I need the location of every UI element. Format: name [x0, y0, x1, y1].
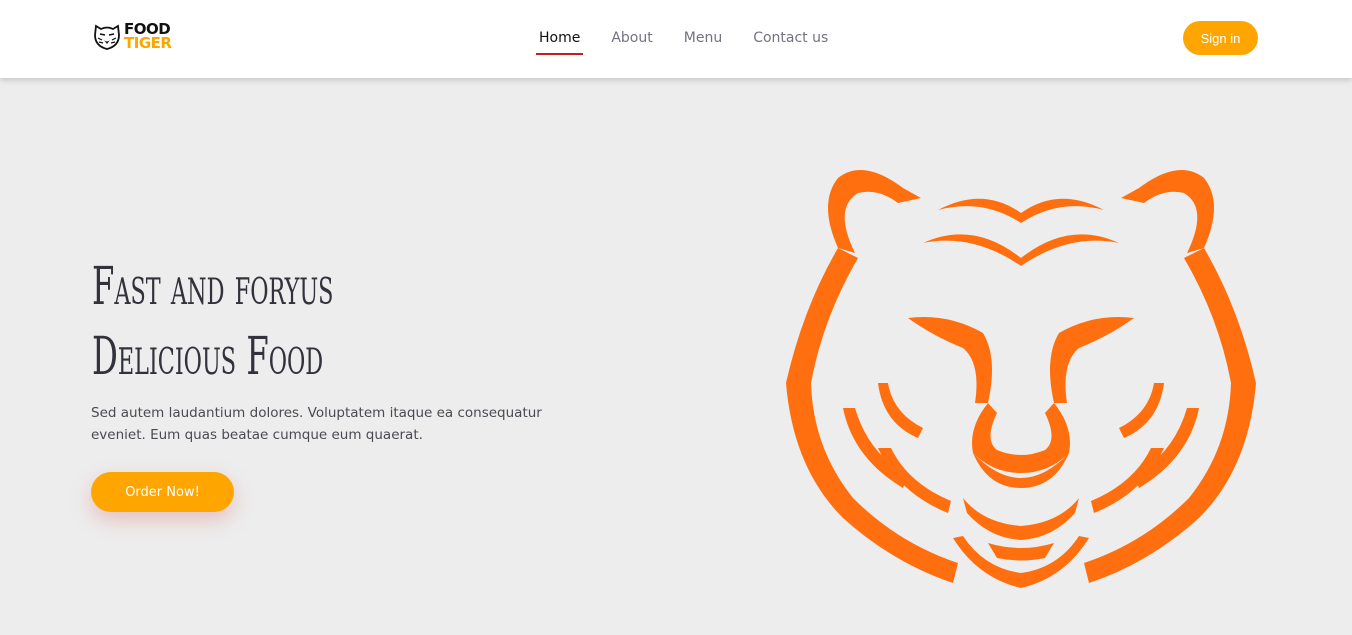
- page: FOOD TIGER Home About Menu Contact us Si…: [0, 0, 1352, 635]
- hero-title: Fast and foryus Delicious Food: [92, 252, 333, 392]
- hero-description: Sed autem laudantium dolores. Voluptatem…: [91, 405, 542, 443]
- order-now-button[interactable]: Order Now!: [91, 472, 234, 512]
- nav-home[interactable]: Home: [535, 30, 584, 55]
- hero-title-line2: Delicious Food: [92, 327, 324, 387]
- main-nav: Home About Menu Contact us: [535, 30, 828, 55]
- brand-logo[interactable]: FOOD TIGER: [92, 21, 172, 52]
- site-header: FOOD TIGER Home About Menu Contact us Si…: [0, 0, 1352, 78]
- brand-line2: TIGER: [124, 34, 172, 52]
- brand-wordmark: FOOD TIGER: [124, 22, 172, 52]
- nav-about[interactable]: About: [611, 30, 652, 46]
- nav-contact[interactable]: Contact us: [753, 30, 828, 46]
- tiger-head-icon: [94, 24, 120, 50]
- tiger-face-icon: [786, 170, 1256, 588]
- sign-in-button[interactable]: Sign in: [1183, 21, 1258, 55]
- hero-title-line1: Fast and foryus: [92, 257, 334, 317]
- nav-menu[interactable]: Menu: [684, 30, 722, 46]
